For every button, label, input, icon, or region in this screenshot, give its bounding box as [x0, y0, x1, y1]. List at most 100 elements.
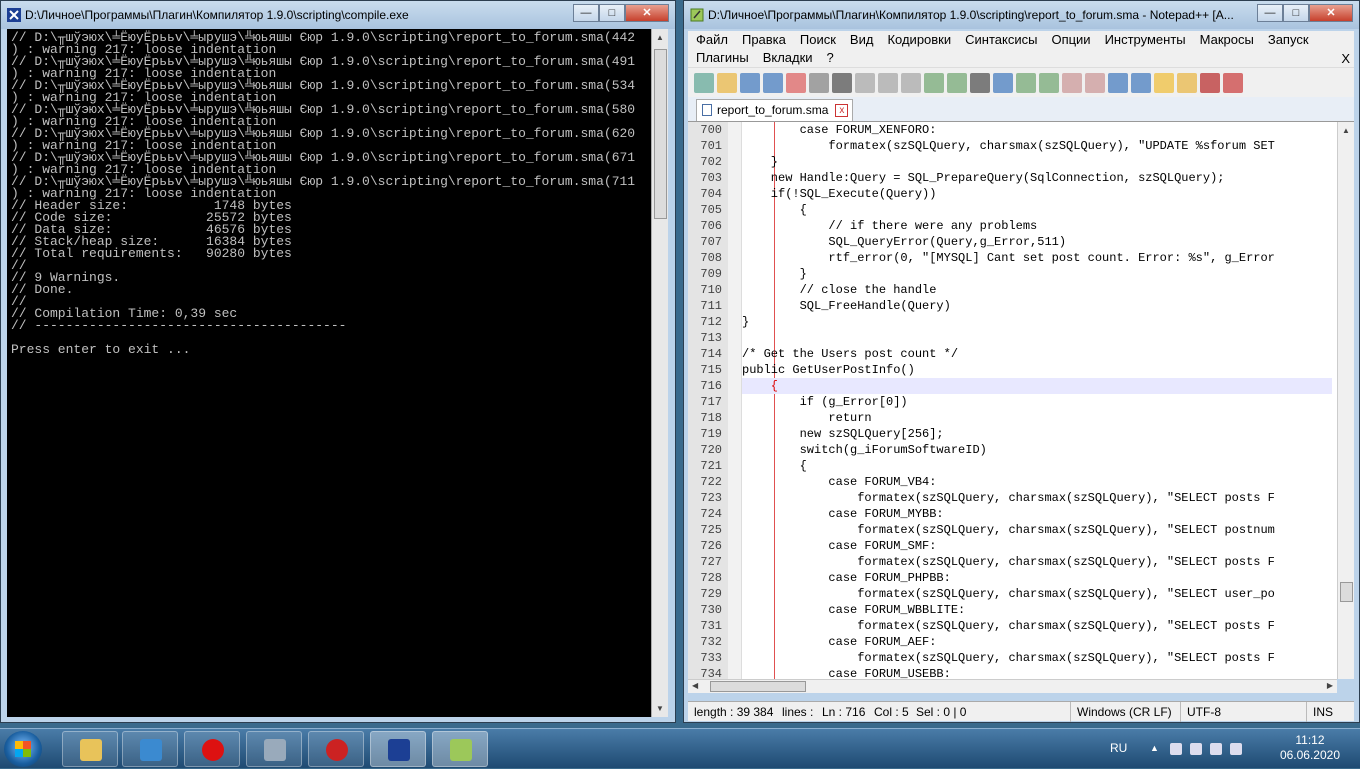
toolbar-button-icon[interactable]: [1200, 72, 1220, 93]
power-icon[interactable]: [1190, 743, 1202, 755]
code-line[interactable]: [742, 330, 1332, 346]
menu-item[interactable]: Поиск: [800, 31, 836, 49]
toolbar-button-icon[interactable]: [1154, 72, 1174, 93]
scroll-right-arrow-icon[interactable]: ▶: [1327, 681, 1333, 690]
tab-report-to-forum[interactable]: report_to_forum.sma x: [696, 99, 854, 121]
menu-item[interactable]: Инструменты: [1105, 31, 1186, 49]
code-line[interactable]: }: [742, 314, 1332, 330]
console-window[interactable]: D:\Личное\Программы\Плагин\Компилятор 1.…: [0, 0, 676, 723]
code-line[interactable]: SQL_FreeHandle(Query): [742, 298, 1332, 314]
code-line[interactable]: case FORUM_AEF:: [742, 634, 1332, 650]
clock[interactable]: 11:12 06.06.2020: [1280, 733, 1340, 763]
toolbar-button-icon[interactable]: [878, 72, 898, 93]
minimize-button[interactable]: —: [573, 4, 599, 22]
toolbar-button-icon[interactable]: [993, 72, 1013, 93]
toolbar-button-icon[interactable]: [901, 72, 921, 93]
taskbar-game[interactable]: [308, 731, 364, 767]
menu-item[interactable]: Синтаксисы: [965, 31, 1037, 49]
code-line[interactable]: case FORUM_WBBLITE:: [742, 602, 1332, 618]
scroll-up-arrow-icon[interactable]: ▲: [652, 29, 668, 46]
menu-item[interactable]: Правка: [742, 31, 786, 49]
console-output[interactable]: // D:\╥шўэюх\╧ЁюуЁрььv\╧ырушэ\╩юьяшы Єюр…: [7, 29, 651, 717]
taskbar-compiler[interactable]: [370, 731, 426, 767]
code-line[interactable]: {: [742, 458, 1332, 474]
code-line[interactable]: case FORUM_MYBB:: [742, 506, 1332, 522]
status-insert-mode[interactable]: INS: [1306, 702, 1333, 722]
menu-item[interactable]: Запуск: [1268, 31, 1309, 49]
toolbar-button-icon[interactable]: [717, 72, 737, 93]
code-line[interactable]: rtf_error(0, "[MYSQL] Cant set post coun…: [742, 250, 1332, 266]
toolbar-button-icon[interactable]: [1062, 72, 1082, 93]
tab-close-icon[interactable]: x: [835, 104, 849, 117]
code-line[interactable]: // if there were any problems: [742, 218, 1332, 234]
toolbar-button-icon[interactable]: [694, 72, 714, 93]
maximize-button[interactable]: □: [1283, 4, 1309, 22]
close-button[interactable]: ✕: [625, 4, 669, 22]
toolbar-button-icon[interactable]: [970, 72, 990, 93]
taskbar-network[interactable]: [246, 731, 302, 767]
show-hidden-icons-icon[interactable]: ▲: [1150, 743, 1162, 755]
network-icon[interactable]: [1210, 743, 1222, 755]
menu-item[interactable]: Вид: [850, 31, 874, 49]
code-line[interactable]: case FORUM_VB4:: [742, 474, 1332, 490]
code-text[interactable]: case FORUM_XENFORO: formatex(szSQLQuery,…: [742, 122, 1332, 679]
code-line[interactable]: formatex(szSQLQuery, charsmax(szSQLQuery…: [742, 522, 1332, 538]
code-line[interactable]: public GetUserPostInfo(): [742, 362, 1332, 378]
taskbar-media-player[interactable]: [122, 731, 178, 767]
notepadpp-window[interactable]: D:\Личное\Программы\Плагин\Компилятор 1.…: [683, 0, 1360, 723]
code-line[interactable]: case FORUM_XENFORO:: [742, 122, 1332, 138]
menu-item[interactable]: Плагины: [696, 49, 749, 67]
fold-margin[interactable]: [728, 122, 742, 679]
toolbar-button-icon[interactable]: [1016, 72, 1036, 93]
taskbar-notepadpp[interactable]: [432, 731, 488, 767]
editor-vertical-scrollbar[interactable]: ▲: [1337, 122, 1354, 679]
toolbar-button-icon[interactable]: [1223, 72, 1243, 93]
code-line[interactable]: formatex(szSQLQuery, charsmax(szSQLQuery…: [742, 618, 1332, 634]
code-line[interactable]: new szSQLQuery[256];: [742, 426, 1332, 442]
code-line[interactable]: case FORUM_USEBB:: [742, 666, 1332, 679]
toolbar-button-icon[interactable]: [947, 72, 967, 93]
code-line[interactable]: }: [742, 154, 1332, 170]
toolbar-button-icon[interactable]: [1039, 72, 1059, 93]
code-line[interactable]: SQL_QueryError(Query,g_Error,511): [742, 234, 1332, 250]
toolbar-button-icon[interactable]: [1108, 72, 1128, 93]
console-scrollbar[interactable]: ▲ ▼: [651, 29, 668, 717]
maximize-button[interactable]: □: [599, 4, 625, 22]
menu-item[interactable]: Кодировки: [887, 31, 951, 49]
minimize-button[interactable]: —: [1257, 4, 1283, 22]
menu-item[interactable]: Макросы: [1200, 31, 1254, 49]
start-button[interactable]: [4, 731, 42, 767]
code-line[interactable]: /* Get the Users post count */: [742, 346, 1332, 362]
menu-item[interactable]: Вкладки: [763, 49, 813, 67]
editor-horizontal-scrollbar[interactable]: ◀ ▶: [688, 679, 1337, 693]
code-line[interactable]: formatex(szSQLQuery, charsmax(szSQLQuery…: [742, 138, 1332, 154]
toolbar-button-icon[interactable]: [1131, 72, 1151, 93]
code-line[interactable]: switch(g_iForumSoftwareID): [742, 442, 1332, 458]
menu-item[interactable]: Файл: [696, 31, 728, 49]
code-line[interactable]: formatex(szSQLQuery, charsmax(szSQLQuery…: [742, 554, 1332, 570]
code-line[interactable]: formatex(szSQLQuery, charsmax(szSQLQuery…: [742, 586, 1332, 602]
menu-item[interactable]: ?: [827, 49, 834, 67]
toolbar-button-icon[interactable]: [1085, 72, 1105, 93]
flag-icon[interactable]: [1170, 743, 1182, 755]
code-line[interactable]: {: [742, 378, 1332, 394]
toolbar-button-icon[interactable]: [763, 72, 783, 93]
close-button[interactable]: ✕: [1309, 4, 1353, 22]
status-eol[interactable]: Windows (CR LF): [1070, 702, 1172, 722]
code-editor[interactable]: 700 701 702 703 704 705 706 707 708 709 710 711 712 7…: [688, 121, 1354, 681]
taskbar-opera[interactable]: [184, 731, 240, 767]
toolbar-button-icon[interactable]: [809, 72, 829, 93]
scroll-down-arrow-icon[interactable]: ▼: [652, 700, 668, 717]
code-line[interactable]: return: [742, 410, 1332, 426]
scroll-thumb[interactable]: [654, 49, 667, 219]
code-line[interactable]: case FORUM_SMF:: [742, 538, 1332, 554]
scroll-left-arrow-icon[interactable]: ◀: [692, 681, 698, 690]
code-line[interactable]: formatex(szSQLQuery, charsmax(szSQLQuery…: [742, 490, 1332, 506]
notepadpp-titlebar[interactable]: D:\Личное\Программы\Плагин\Компилятор 1.…: [684, 1, 1359, 29]
menu-item[interactable]: Опции: [1051, 31, 1090, 49]
toolbar-button-icon[interactable]: [832, 72, 852, 93]
volume-icon[interactable]: [1230, 743, 1242, 755]
toolbar-button-icon[interactable]: [855, 72, 875, 93]
code-line[interactable]: case FORUM_PHPBB:: [742, 570, 1332, 586]
taskbar-explorer[interactable]: [62, 731, 118, 767]
